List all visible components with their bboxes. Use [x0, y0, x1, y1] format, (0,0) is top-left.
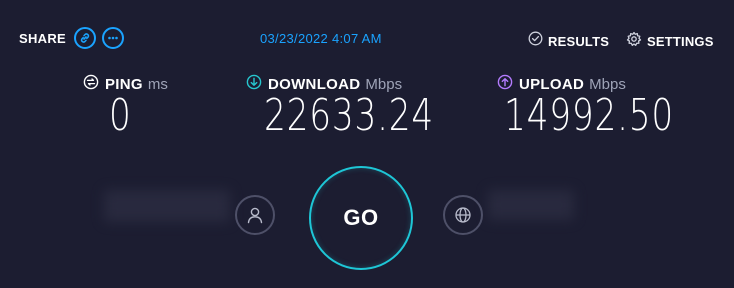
ping-unit: ms: [147, 76, 168, 93]
download-arrow-icon: [246, 74, 262, 95]
test-timestamp: 03/23/2022 4:07 AM: [260, 31, 382, 46]
settings-label: SETTINGS: [647, 34, 714, 49]
more-icon[interactable]: [102, 27, 125, 49]
check-circle-icon: [528, 31, 543, 51]
ping-value: 0: [109, 90, 132, 141]
user-icon[interactable]: [235, 195, 275, 235]
go-button[interactable]: GO: [309, 166, 413, 270]
top-bar: SHARE 03/23/2022 4:07 AM RESULTS SETTING…: [0, 0, 734, 78]
results-label: RESULTS: [548, 33, 610, 49]
ping-icon: [83, 74, 99, 95]
download-value: 22633.24: [264, 90, 435, 141]
link-icon[interactable]: [74, 27, 97, 49]
upload-value: 14992.50: [504, 90, 675, 141]
provider-info-redacted: [104, 190, 230, 222]
go-label: GO: [343, 205, 379, 230]
share-label: SHARE: [19, 30, 67, 46]
gear-icon: [626, 31, 642, 52]
globe-icon[interactable]: [443, 195, 483, 235]
share-section: SHARE: [19, 27, 130, 49]
server-info-redacted: [488, 190, 574, 220]
results-button[interactable]: RESULTS: [528, 31, 609, 51]
settings-button[interactable]: SETTINGS: [626, 31, 714, 52]
